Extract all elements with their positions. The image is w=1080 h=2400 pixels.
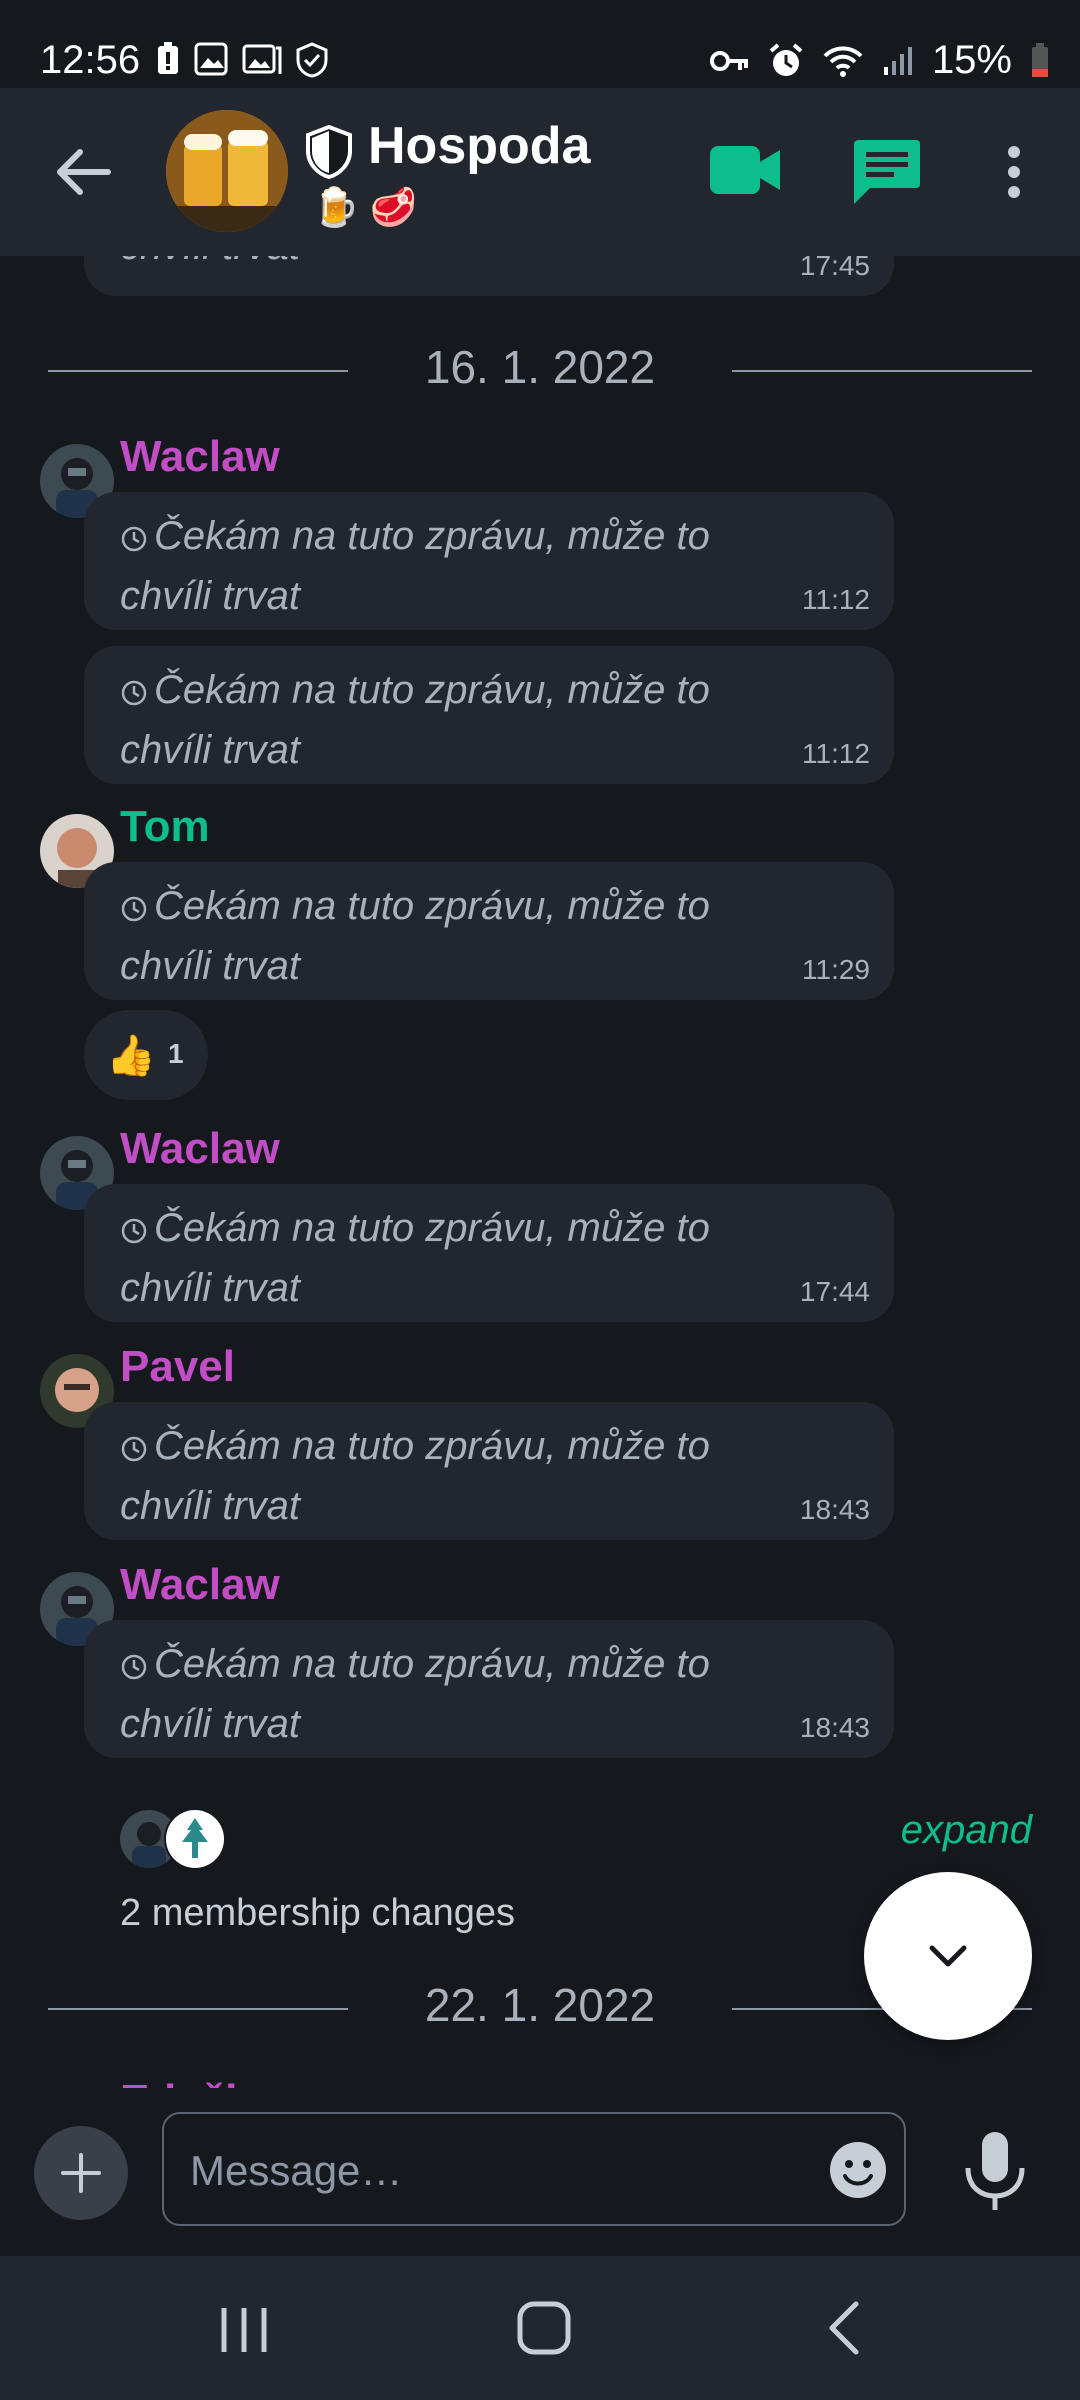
message-text: chvíli trvat [120,256,300,268]
battery-alert-icon [158,42,178,74]
back-arrow-icon[interactable] [52,140,116,204]
back-nav-icon[interactable] [824,2300,864,2356]
plus-icon [61,2153,101,2193]
sender-name[interactable]: Waclaw [120,1560,280,1610]
status-bar: 12:56 15% [0,0,1080,88]
message-text: Čekám na tuto zprávu, může to chvíli trv… [120,514,710,618]
clock-icon [121,1436,147,1462]
message-time: 11:12 [802,584,870,615]
status-time: 12:56 [40,38,141,82]
room-title[interactable]: Hospoda [368,116,590,176]
clock-icon [121,1218,147,1244]
shield-check-icon [296,42,328,78]
room-header: Hospoda 🍺 🥩 [0,88,1080,256]
microphone-icon[interactable] [960,2130,1030,2214]
message-composer [0,2088,1080,2256]
battery-percent: 15% [931,38,1012,82]
gallery-icon [242,44,282,74]
message-text: Čekám na tuto zprávu, může to chvíli trv… [120,884,710,988]
alarm-icon [769,42,803,76]
clock-icon [121,896,147,922]
message-bubble[interactable]: Čekám na tuto zprávu, může to chvíli trv… [84,1620,894,1758]
clock-icon [121,526,147,552]
sender-name[interactable]: Waclaw [120,432,280,482]
attachment-button[interactable] [34,2126,128,2220]
sender-name[interactable]: Pavel [120,1342,235,1392]
message-bubble[interactable]: Čekám na tuto zprávu, může to chvíli trv… [84,646,894,784]
image-icon [194,42,228,76]
room-avatar[interactable] [166,110,288,232]
reaction-pill[interactable]: 👍 1 [84,1010,208,1100]
message-bubble[interactable]: chvíli trvat 17:45 [84,256,894,296]
wifi-icon [823,46,863,77]
shield-icon [306,124,352,180]
message-bubble[interactable]: Čekám na tuto zprávu, může to chvíli trv… [84,492,894,630]
message-field[interactable] [162,2112,906,2226]
message-time: 18:43 [799,1494,870,1525]
reaction-count: 1 [168,1038,184,1069]
system-navigation-bar [0,2256,1080,2400]
scroll-to-bottom-button[interactable] [864,1872,1032,2040]
room-topic: 🍺 🥩 [312,187,418,229]
sender-name[interactable]: Tom [120,802,210,852]
expand-link[interactable]: expand [901,1808,1032,1853]
vpn-key-icon [709,50,748,71]
sender-name[interactable]: Eduži [120,2076,237,2088]
date-label: 16. 1. 2022 [424,341,656,393]
sender-name[interactable]: Waclaw [120,1124,280,1174]
timeline[interactable]: chvíli trvat 17:45 16. 1. 2022 Waclaw Če… [0,256,1080,2088]
message-text: Čekám na tuto zprávu, může to chvíli trv… [120,1424,710,1528]
message-time: 11:12 [802,738,870,769]
avatar [164,1808,226,1870]
clock-icon [121,680,147,706]
recent-apps-icon[interactable] [218,2304,270,2356]
message-bubble[interactable]: Čekám na tuto zprávu, může to chvíli trv… [84,862,894,1000]
more-options-icon[interactable] [1002,144,1026,200]
threads-icon[interactable] [852,138,922,206]
video-call-icon[interactable] [708,144,782,196]
message-text: Čekám na tuto zprávu, může to chvíli trv… [120,1642,710,1746]
message-bubble[interactable]: Čekám na tuto zprávu, může to chvíli trv… [84,1184,894,1322]
home-icon[interactable] [516,2300,572,2356]
message-time: 17:45 [799,256,870,281]
message-text: Čekám na tuto zprávu, může to chvíli trv… [120,668,710,772]
thumbs-up-icon: 👍 [106,1034,156,1078]
chevron-down-icon [929,1945,967,1967]
date-separator: 16. 1. 2022 [0,340,1080,400]
message-input[interactable] [188,2138,772,2204]
membership-changes-summary[interactable]: 2 membership changes [120,1892,515,1935]
beer-glasses-image [166,110,288,232]
message-time: 17:44 [799,1276,870,1307]
emoji-icon[interactable] [828,2140,888,2200]
signal-icon [883,46,912,75]
message-time: 18:43 [799,1712,870,1743]
avatar-image [166,1810,224,1868]
clock-icon [121,1654,147,1680]
battery-icon [1032,42,1048,77]
message-bubble[interactable]: Čekám na tuto zprávu, může to chvíli trv… [84,1402,894,1540]
message-text: Čekám na tuto zprávu, může to chvíli trv… [120,1206,710,1310]
message-time: 11:29 [802,954,870,985]
